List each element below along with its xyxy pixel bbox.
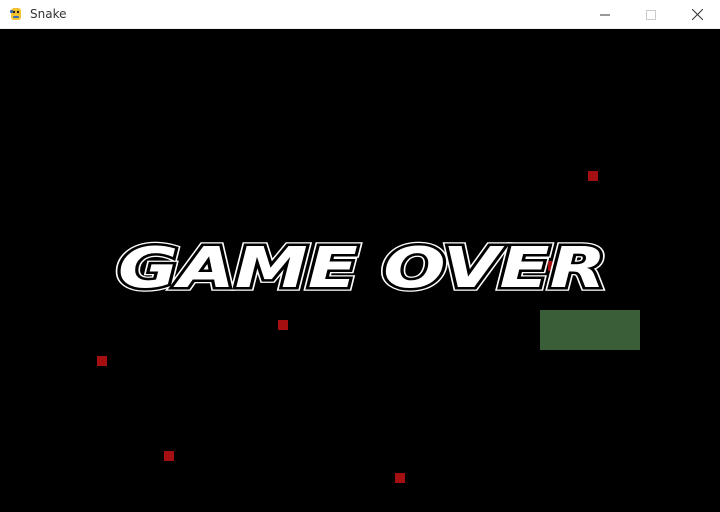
title-bar[interactable]: Snake [0, 0, 720, 29]
game-canvas[interactable]: GAME OVER GAME OVER [0, 30, 720, 512]
python-snake-icon [10, 8, 21, 20]
close-button[interactable] [674, 0, 720, 29]
maximize-button[interactable] [628, 0, 674, 29]
maximize-icon [646, 9, 656, 20]
game-window: Snake GAME OVER GAME OVER [0, 0, 720, 512]
game-over-message: GAME OVER [118, 236, 606, 301]
window-title: Snake [30, 7, 67, 21]
close-icon [691, 9, 703, 20]
game-over-overlay: GAME OVER GAME OVER [114, 232, 610, 305]
minimize-icon [600, 14, 610, 15]
minimize-button[interactable] [582, 0, 628, 29]
